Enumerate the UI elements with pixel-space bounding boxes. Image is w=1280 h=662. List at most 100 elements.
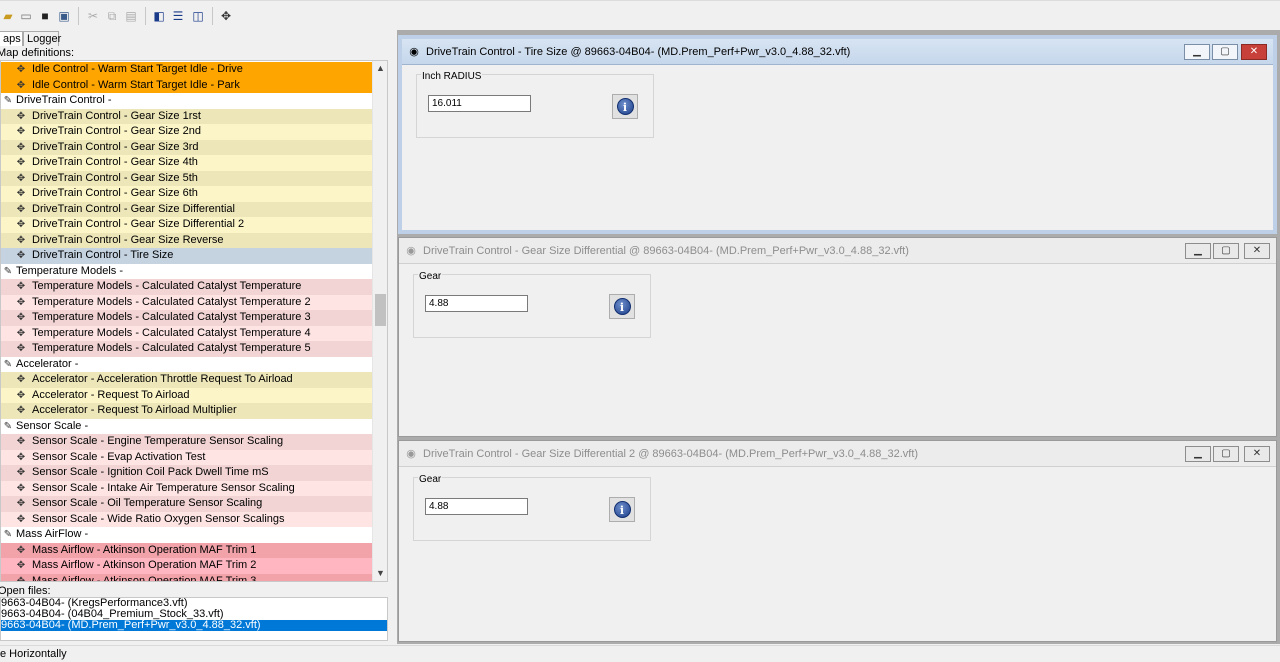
map-item-icon: ✥ xyxy=(16,219,26,230)
cut-icon[interactable]: ✂ xyxy=(85,8,101,24)
maximize-button[interactable]: ▢ xyxy=(1213,243,1239,259)
maximize-button[interactable]: ▢ xyxy=(1212,44,1238,60)
tile-horizontal-icon[interactable]: ☰ xyxy=(170,8,186,24)
tree-item-label: DriveTrain Control - Gear Size Different… xyxy=(32,202,235,215)
scroll-up-icon[interactable]: ▲ xyxy=(373,61,387,76)
category-icon: ✎ xyxy=(3,358,13,370)
copy-icon[interactable]: ⧉ xyxy=(104,8,120,24)
tree-item[interactable]: ✥ DriveTrain Control - Gear Size 2nd xyxy=(1,124,373,140)
tree-item[interactable]: ✥ DriveTrain Control - Gear Size 6th xyxy=(1,186,373,202)
tree-item[interactable]: ✥ DriveTrain Control - Gear Size Differen… xyxy=(1,201,373,217)
map-item-icon: ✥ xyxy=(16,575,26,582)
tree-category[interactable]: ✎ Mass AirFlow - xyxy=(1,527,373,543)
minimize-button[interactable]: ▁ xyxy=(1185,243,1211,259)
tree-item-label: Temperature Models - Calculated Catalyst… xyxy=(32,342,311,354)
save-icon[interactable]: ■ xyxy=(37,8,53,24)
value-field[interactable]: 4.88 xyxy=(425,295,528,312)
tree-scrollbar[interactable]: ▲ ▼ xyxy=(372,61,387,581)
tree-item[interactable]: ✥ Accelerator - Request To Airload Multip… xyxy=(1,403,373,419)
tree-item-label: Sensor Scale - Oil Temperature Sensor Sc… xyxy=(32,497,263,509)
tree-item[interactable]: ✥ DriveTrain Control - Gear Size Reverse xyxy=(1,232,373,248)
open-files-list[interactable]: 9663-04B04- (KregsPerformance3.vft) 9663-… xyxy=(0,597,388,641)
close-button[interactable]: ✕ xyxy=(1244,446,1270,462)
map-window-gear-size-differential-2[interactable]: ◉ DriveTrain Control - Gear Size Differe… xyxy=(398,440,1277,642)
map-item-icon: ✥ xyxy=(16,513,26,525)
minimize-button[interactable]: ▁ xyxy=(1184,44,1210,60)
tab-maps[interactable]: aps xyxy=(0,31,23,46)
tree-item[interactable]: ✥ Temperature Models - Calculated Catalys… xyxy=(1,341,373,357)
map-item-icon: ✥ xyxy=(16,250,26,261)
tree-item[interactable]: ✥ Mass Airflow - Atkinson Operation MAF T… xyxy=(1,573,373,582)
tree-item[interactable]: ✥ Mass Airflow - Atkinson Operation MAF T… xyxy=(1,558,373,574)
info-button[interactable]: i xyxy=(609,497,635,522)
tree-item[interactable]: ✥ Accelerator - Acceleration Throttle Req… xyxy=(1,372,373,388)
tree-item[interactable]: ✥ Idle Control - Warm Start Target Idle -… xyxy=(1,77,373,93)
tree-item-label: DriveTrain Control - Gear Size 6th xyxy=(32,187,198,199)
value-field[interactable]: 16.011 xyxy=(428,95,531,112)
tree-item[interactable]: ✥ Sensor Scale - Oil Temperature Sensor S… xyxy=(1,496,373,512)
folder-icon[interactable]: ▭ xyxy=(18,8,34,24)
tree-item[interactable]: ✥ DriveTrain Control - Gear Size 1rst xyxy=(1,108,373,124)
close-button[interactable]: ✕ xyxy=(1244,243,1270,259)
tree-item-label: Sensor Scale - Engine Temperature Sensor… xyxy=(32,435,284,447)
value-group: Inch RADIUS 16.011 i xyxy=(416,71,654,138)
info-button[interactable]: i xyxy=(609,294,635,319)
tree-item[interactable]: ✥ Idle Control - Warm Start Target Idle -… xyxy=(1,62,373,78)
open-file-item[interactable]: 9663-04B04- (MD.Prem_Perf+Pwr_v3.0_4.88_… xyxy=(1,620,387,631)
tab-logger[interactable]: Logger xyxy=(23,31,61,46)
window-titlebar[interactable]: ◉ DriveTrain Control - Tire Size @ 89663… xyxy=(402,39,1273,65)
info-button[interactable]: i xyxy=(612,94,638,119)
tree-item[interactable]: ✥ Sensor Scale - Wide Ratio Oxygen Sensor… xyxy=(1,511,373,527)
scroll-down-icon[interactable]: ▼ xyxy=(373,566,387,581)
save-as-icon[interactable]: ▣ xyxy=(56,8,72,24)
map-item-icon: ✥ xyxy=(16,343,26,354)
tree-category[interactable]: ✎ Sensor Scale - xyxy=(1,418,373,434)
window-titlebar[interactable]: ◉ DriveTrain Control - Gear Size Differe… xyxy=(399,238,1276,264)
tree-item[interactable]: ✥ Temperature Models - Calculated Catalys… xyxy=(1,325,373,341)
open-folder-icon[interactable]: ▰ xyxy=(0,8,16,24)
open-files-label: Open files: xyxy=(0,585,51,597)
map-window-gear-size-differential[interactable]: ◉ DriveTrain Control - Gear Size Differe… xyxy=(398,237,1277,437)
tree-item-label: Temperature Models - xyxy=(16,264,123,277)
tree-item[interactable]: ✥ DriveTrain Control - Tire Size xyxy=(1,248,373,264)
tree-item[interactable]: ✥ DriveTrain Control - Gear Size 3rd xyxy=(1,139,373,155)
window-titlebar[interactable]: ◉ DriveTrain Control - Gear Size Differe… xyxy=(399,441,1276,467)
tree-item-label: Temperature Models - Calculated Catalyst… xyxy=(32,326,311,339)
tree-item-label: Mass Airflow - Atkinson Operation MAF Tr… xyxy=(32,543,257,556)
map-window-tire-size[interactable]: ◉ DriveTrain Control - Tire Size @ 89663… xyxy=(398,35,1277,234)
tree-item[interactable]: ✥ Accelerator - Request To Airload xyxy=(1,387,373,403)
app-icon: ◉ xyxy=(409,46,419,58)
maximize-button[interactable]: ▢ xyxy=(1213,446,1239,462)
scroll-thumb[interactable] xyxy=(375,294,386,326)
map-item-icon: ✥ xyxy=(16,312,26,323)
tile-vertical-icon[interactable]: ◫ xyxy=(190,8,206,24)
tree-category[interactable]: ✎ Temperature Models - xyxy=(1,263,373,279)
paste-icon[interactable]: ▤ xyxy=(123,8,139,24)
close-button[interactable]: ✕ xyxy=(1241,44,1267,60)
tree-item[interactable]: ✥ Sensor Scale - Ignition Coil Pack Dwell… xyxy=(1,465,373,481)
tree-item[interactable]: ✥ Temperature Models - Calculated Catalys… xyxy=(1,310,373,326)
map-item-icon: ✥ xyxy=(16,141,26,153)
tree-item[interactable]: ✥ DriveTrain Control - Gear Size 5th xyxy=(1,170,373,186)
map-item-icon: ✥ xyxy=(16,389,26,401)
map-tree[interactable]: ✥ Idle Control - Warm Start Target Idle -… xyxy=(0,60,388,582)
tree-category[interactable]: ✎ DriveTrain Control - xyxy=(1,93,373,109)
value-field[interactable]: 4.88 xyxy=(425,498,528,515)
tree-item-label: Idle Control - Warm Start Target Idle - … xyxy=(32,63,243,75)
tree-item[interactable]: ✥ Temperature Models - Calculated Catalys… xyxy=(1,279,373,295)
tree-item-label: Sensor Scale - Ignition Coil Pack Dwell … xyxy=(32,466,269,478)
tree-item[interactable]: ✥ Temperature Models - Calculated Catalys… xyxy=(1,294,373,310)
tree-item[interactable]: ✥ DriveTrain Control - Gear Size Differen… xyxy=(1,217,373,233)
tree-category[interactable]: ✎ Accelerator - xyxy=(1,356,373,372)
tree-item[interactable]: ✥ DriveTrain Control - Gear Size 4th xyxy=(1,155,373,171)
tree-item[interactable]: ✥ Sensor Scale - Engine Temperature Senso… xyxy=(1,434,373,450)
tree-item[interactable]: ✥ Sensor Scale - Intake Air Temperature S… xyxy=(1,480,373,496)
tree-item[interactable]: ✥ Sensor Scale - Evap Activation Test xyxy=(1,449,373,465)
minimize-button[interactable]: ▁ xyxy=(1185,446,1211,462)
tile-cascade-icon[interactable]: ◧ xyxy=(151,8,167,24)
map-item-icon: ✥ xyxy=(16,281,26,292)
map-item-icon: ✥ xyxy=(16,544,26,556)
status-text: e Horizontally xyxy=(0,648,67,660)
tree-item[interactable]: ✥ Mass Airflow - Atkinson Operation MAF T… xyxy=(1,542,373,558)
settings-icon[interactable]: ✥ xyxy=(218,8,234,24)
